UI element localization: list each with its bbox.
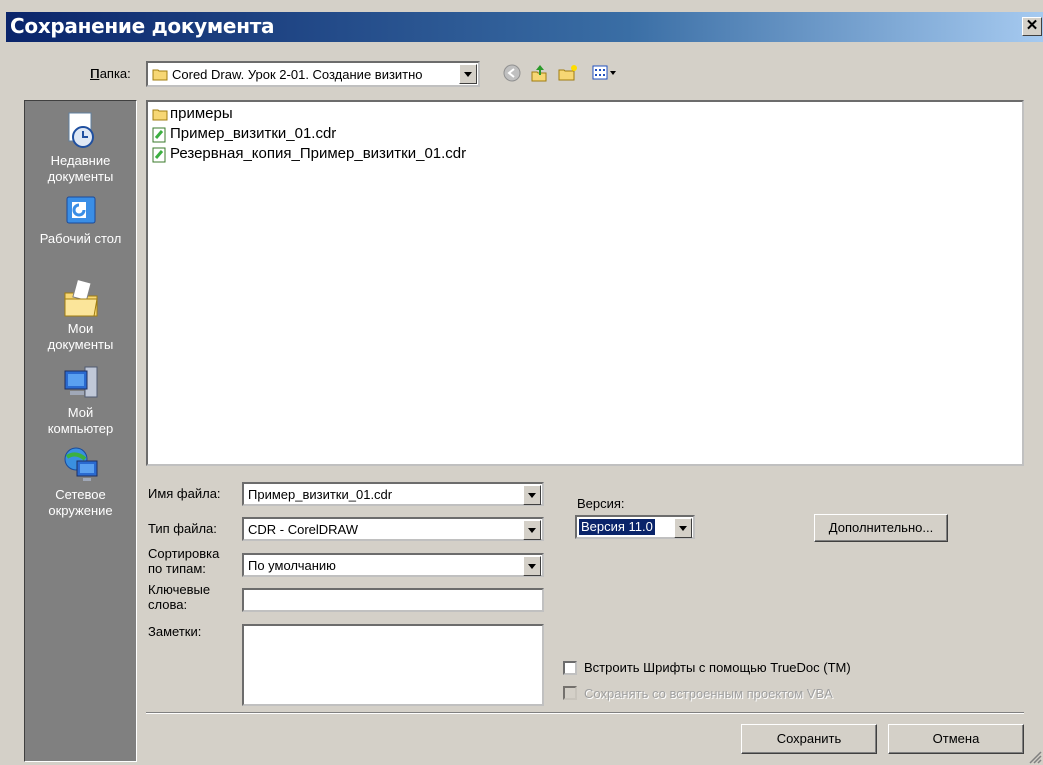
folder-label-text: Папка: xyxy=(90,66,131,81)
folder-icon xyxy=(152,109,168,121)
view-menu-icon[interactable] xyxy=(592,64,618,82)
up-folder-icon[interactable] xyxy=(530,64,548,82)
network-icon xyxy=(64,447,97,481)
file-name: примеры xyxy=(170,105,233,122)
place-label: Мои xyxy=(67,321,94,336)
filename-dropdown-button[interactable] xyxy=(523,485,541,505)
place-label: Рабочий стол xyxy=(39,231,122,246)
sort-value: По умолчанию xyxy=(248,558,336,573)
place-label: Недавние xyxy=(50,153,111,168)
sort-label-line2: по типам: xyxy=(148,561,206,576)
keywords-label-line1: Ключевые xyxy=(148,582,211,597)
recent-docs-icon xyxy=(68,112,94,148)
file-name: Резервная_копия_Пример_визитки_01.cdr xyxy=(170,145,467,162)
resize-grip-icon[interactable] xyxy=(1026,748,1042,764)
version-dropdown-button[interactable] xyxy=(674,518,692,538)
folder-dropdown-button[interactable] xyxy=(459,64,477,84)
place-recent-documents[interactable]: Недавние документы xyxy=(25,111,136,185)
cancel-button[interactable]: Отмена xyxy=(888,724,1024,754)
version-value: Версия 11.0 xyxy=(578,518,656,536)
sort-label-line1: Сортировка xyxy=(148,546,220,561)
notes-field[interactable] xyxy=(242,624,544,706)
save-vba-label: Сохранять со встроенным проектом VBA xyxy=(584,686,833,701)
place-label: документы xyxy=(47,169,114,184)
close-icon: ✕ xyxy=(1025,17,1039,34)
my-computer-icon xyxy=(64,366,97,398)
embed-fonts-label[interactable]: Встроить Шрифты с помощью TrueDoc (TM) xyxy=(584,660,851,675)
place-label: компьютер xyxy=(47,421,114,436)
place-label: Мой xyxy=(67,405,94,420)
cdr-file-icon xyxy=(152,127,166,143)
save-button[interactable]: Сохранить xyxy=(741,724,877,754)
filename-label: Имя файла: xyxy=(148,486,221,501)
place-my-documents[interactable]: Мои документы xyxy=(25,277,136,353)
file-name: Пример_визитки_01.cdr xyxy=(170,125,337,142)
places-bar: Недавние документы Рабочий стол Мои доку… xyxy=(24,100,137,762)
my-documents-icon xyxy=(64,278,98,317)
sort-select[interactable]: По умолчанию xyxy=(242,553,544,577)
notes-label: Заметки: xyxy=(148,624,202,639)
advanced-button[interactable]: Дополнительно... xyxy=(814,514,948,542)
window-title: Сохранение документа xyxy=(10,14,275,38)
filetype-dropdown-button[interactable] xyxy=(523,520,541,540)
place-label: документы xyxy=(47,337,114,352)
version-select[interactable]: Версия 11.0 xyxy=(575,515,695,539)
sort-dropdown-button[interactable] xyxy=(523,556,541,576)
embed-fonts-checkbox[interactable] xyxy=(563,661,577,675)
filename-value: Пример_визитки_01.cdr xyxy=(248,487,393,502)
new-folder-icon[interactable] xyxy=(558,64,578,82)
close-button[interactable]: ✕ xyxy=(1022,17,1042,36)
version-label: Версия: xyxy=(577,496,625,511)
title-bar: Сохранение документа ✕ xyxy=(6,12,1043,42)
place-network[interactable]: Сетевое окружение xyxy=(25,445,136,519)
filetype-value: CDR - CorelDRAW xyxy=(248,522,359,537)
folder-icon xyxy=(152,69,168,81)
place-label: окружение xyxy=(48,503,113,518)
save-vba-checkbox xyxy=(563,686,577,700)
desktop-icon xyxy=(66,196,95,224)
keywords-field[interactable] xyxy=(242,588,544,612)
filename-combo[interactable]: Пример_визитки_01.cdr xyxy=(242,482,544,506)
folder-label: ППапка: xyxy=(90,66,131,81)
cdr-file-icon xyxy=(152,147,166,163)
back-icon[interactable] xyxy=(503,64,521,82)
folder-combo[interactable]: Cored Draw. Урок 2-01. Создание визитно xyxy=(146,61,480,87)
separator xyxy=(146,712,1024,714)
file-list[interactable]: примеры Пример_визитки_01.cdr Резервная_… xyxy=(146,100,1024,466)
filetype-label: Тип файла: xyxy=(148,521,217,536)
keywords-label-line2: слова: xyxy=(148,597,188,612)
sort-label: Сортировка по типам: xyxy=(148,546,219,576)
folder-value: Cored Draw. Урок 2-01. Создание визитно xyxy=(172,67,423,82)
place-desktop[interactable]: Рабочий стол xyxy=(25,193,136,247)
place-my-computer[interactable]: Мой компьютер xyxy=(25,363,136,437)
place-label: Сетевое xyxy=(55,487,106,502)
keywords-label: Ключевые слова: xyxy=(148,582,210,612)
filetype-select[interactable]: CDR - CorelDRAW xyxy=(242,517,544,541)
